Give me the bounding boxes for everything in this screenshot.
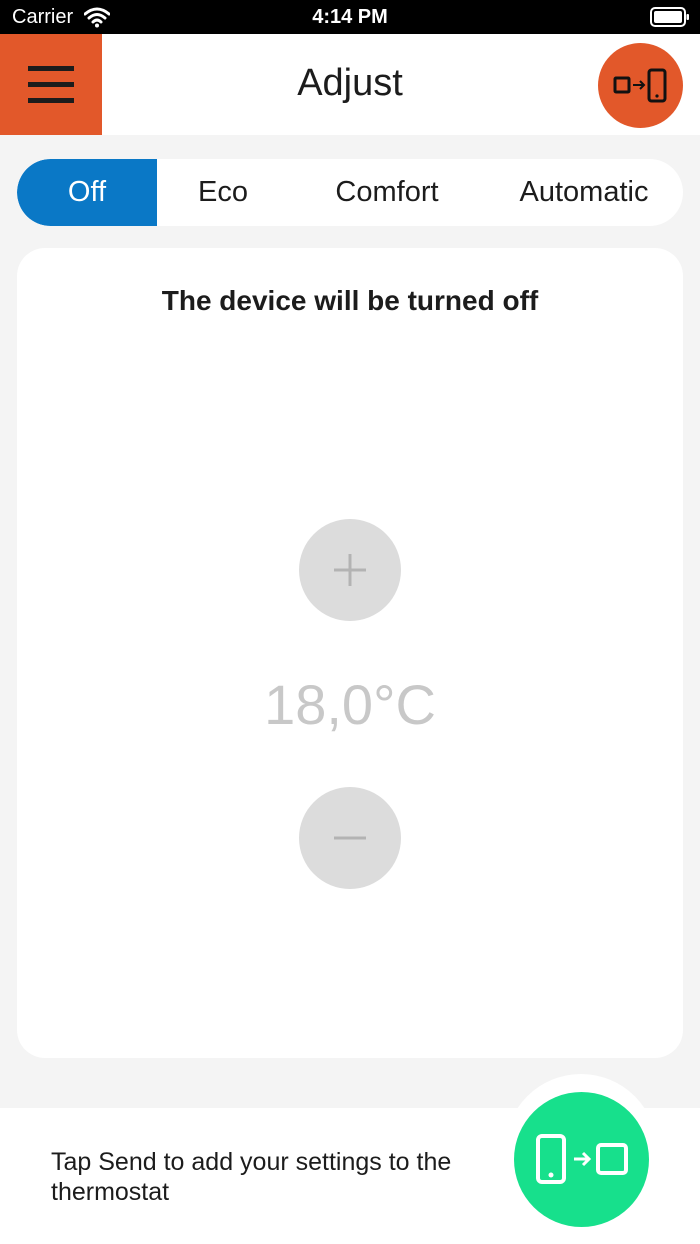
page-title: Adjust [297,62,403,104]
header: Adjust [0,34,700,135]
mode-segmented-control: Off Eco Comfort Automatic [17,159,683,226]
status-bar: Carrier 4:14 PM [0,0,700,34]
adjust-screen: Carrier 4:14 PM Adjust Off Eco Comfort A… [0,0,700,1244]
plus-icon [334,554,366,586]
phone-to-thermostat-icon [535,1133,628,1184]
settings-card: The device will be turned off 18,0°C [17,248,683,1058]
mode-description: The device will be turned off [161,285,539,316]
thermostat-to-phone-icon [613,68,666,102]
increase-temperature-button[interactable] [299,519,401,621]
mode-tab-comfort[interactable]: Comfort [289,159,485,226]
receive-from-thermostat-button[interactable] [598,43,683,128]
send-hint-text: Tap Send to add your settings to the the… [51,1148,452,1206]
battery-icon [650,7,689,27]
status-time: 4:14 PM [312,6,388,28]
mode-tab-automatic[interactable]: Automatic [485,159,683,226]
temperature-value: 18,0°C [264,673,436,736]
minus-icon [334,836,366,840]
mode-tab-eco[interactable]: Eco [157,159,289,226]
decrease-temperature-button[interactable] [299,787,401,889]
mode-tab-off[interactable]: Off [17,159,157,226]
send-button[interactable] [514,1092,649,1227]
